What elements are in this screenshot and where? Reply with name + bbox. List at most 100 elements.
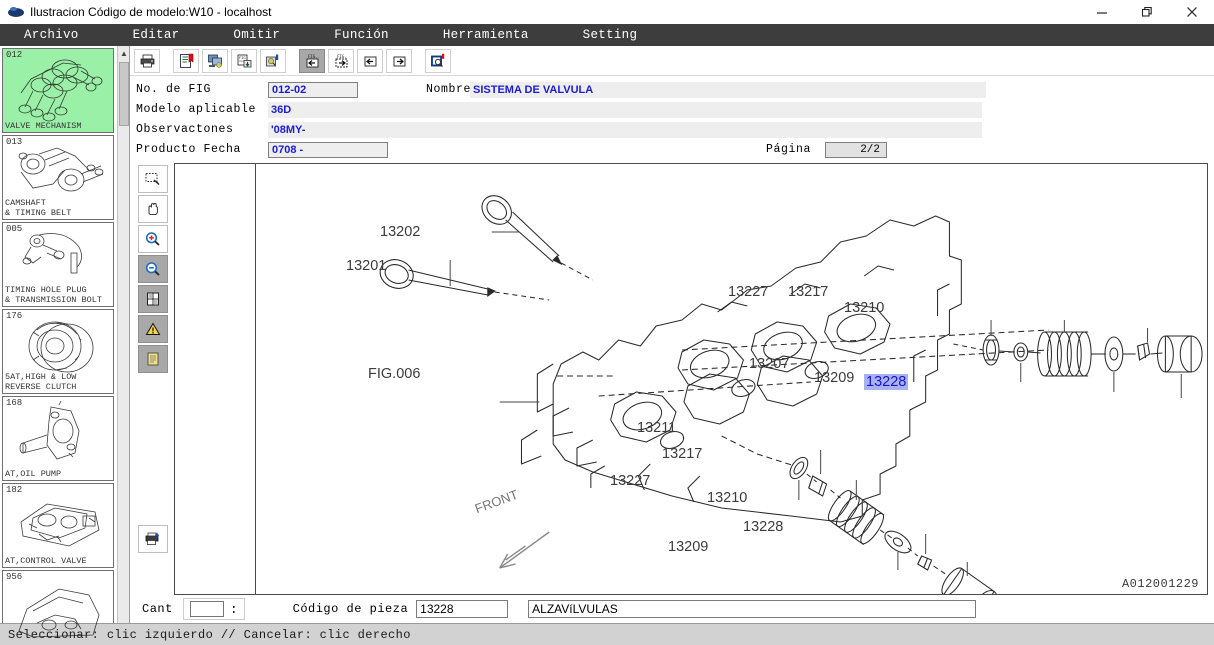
menu-editar[interactable]: Editar	[123, 28, 190, 42]
thumbnail-label: VALVE MECHANISM	[5, 122, 82, 132]
thumbnail-item-012[interactable]: 012 VALVE MECHANISM	[2, 48, 114, 133]
menu-omitir[interactable]: Omitir	[223, 28, 290, 42]
nombre-pieza-input[interactable]: ALZAVíLVULAS	[528, 600, 976, 618]
thumbnail-label: TIMING HOLE PLUG & TRANSMISSION BOLT	[5, 286, 102, 305]
print-page-icon[interactable]	[138, 525, 168, 553]
menu-setting[interactable]: Setting	[573, 28, 648, 42]
part-label-13227-low[interactable]: 13227	[610, 473, 650, 489]
menu-funcion[interactable]: Función	[324, 28, 399, 42]
clipboard-icon[interactable]	[138, 345, 168, 373]
observaciones-label: Observactones	[136, 123, 268, 136]
producto-fecha-value[interactable]: 0708 -	[268, 142, 388, 158]
thumbnail-item-013[interactable]: 013 CAMSHAFT & TIMING BELT	[2, 135, 114, 220]
zoom-search-icon[interactable]	[425, 49, 451, 73]
search-fig-icon[interactable]	[260, 49, 286, 73]
part-label-13210-low[interactable]: 13210	[707, 490, 747, 506]
part-label-13211[interactable]: 13211	[637, 420, 676, 436]
print-icon[interactable]	[134, 49, 160, 73]
thumbnail-number: 013	[6, 137, 22, 147]
producto-fecha-label: Producto Fecha	[136, 143, 268, 156]
codigo-pieza-input[interactable]: 13228	[416, 600, 508, 618]
thumbnail-list: 012 VALVE MECHANISM	[0, 46, 118, 645]
warning-icon[interactable]	[138, 315, 168, 343]
part-label-13228-selected[interactable]: 13228	[864, 374, 908, 390]
pagina-value: 2/2	[825, 142, 887, 158]
part-label-13207[interactable]: 13207	[749, 356, 789, 372]
main-toolbar: FIG FIG.	[130, 46, 1214, 76]
thumbnail-panel: 012 VALVE MECHANISM	[0, 46, 130, 645]
part-label-13202[interactable]: 13202	[380, 224, 420, 240]
vehicle-body-thumb-icon	[3, 571, 114, 645]
pan-hand-icon[interactable]	[138, 195, 168, 223]
part-label-13209-low[interactable]: 13209	[668, 539, 708, 555]
codigo-pieza-label: Código de pieza	[293, 602, 409, 616]
thumbnail-label: 5AT,HIGH & LOW REVERSE CLUTCH	[5, 373, 76, 392]
pagina-label: Página	[766, 143, 811, 156]
part-label-fig006[interactable]: FIG.006	[368, 366, 420, 382]
fit-page-icon[interactable]	[138, 285, 168, 313]
fig-back-icon[interactable]: FIG.	[299, 49, 325, 73]
viewer-area: 13202 13201 FIG.006 13227 13217 13210 13…	[136, 163, 1208, 595]
viewer-toolbar	[136, 163, 174, 595]
part-label-13217-low[interactable]: 13217	[662, 446, 702, 462]
menu-herramienta[interactable]: Herramienta	[433, 28, 539, 42]
field-row-observaciones: Observactones '08MY-	[136, 120, 1214, 139]
parts-list-icon[interactable]	[202, 49, 228, 73]
thumbnail-number: 956	[6, 572, 22, 582]
zoom-in-icon[interactable]	[138, 225, 168, 253]
marquee-zoom-icon[interactable]	[138, 165, 168, 193]
fig-forward-icon[interactable]: FIG.	[328, 49, 354, 73]
document-edit-icon[interactable]	[173, 49, 199, 73]
restore-icon[interactable]	[1124, 0, 1169, 24]
window-controls	[1079, 0, 1214, 24]
field-row-producto: Producto Fecha 0708 - Página 2/2	[136, 140, 1214, 159]
bottom-bar: Cant : Código de pieza 13228 ALZAVíLVULA…	[130, 595, 1214, 623]
thumbnail-item-176[interactable]: 176 5AT,HIGH & LOW REVERSE CLUTCH	[2, 309, 114, 394]
thumbnail-label: AT,CONTROL VALVE	[5, 557, 87, 567]
zoom-out-icon[interactable]	[138, 255, 168, 283]
nav-back-icon[interactable]	[357, 49, 383, 73]
observaciones-value[interactable]: '08MY-	[268, 122, 982, 138]
fig-no-value[interactable]: 012-02	[268, 82, 358, 98]
main-region: FIG FIG.	[130, 46, 1214, 645]
window-title: Ilustracion Código de modelo:W10 - local…	[30, 5, 271, 19]
thumbnail-item-956[interactable]: 956	[2, 570, 114, 645]
fig-save-icon[interactable]: FIG	[231, 49, 257, 73]
thumbnail-item-182[interactable]: 182 AT,CONTROL VALVE	[2, 483, 114, 568]
diagram-canvas[interactable]: 13202 13201 FIG.006 13227 13217 13210 13…	[174, 163, 1208, 595]
scroll-up-icon[interactable]: ▲	[118, 46, 130, 60]
part-label-13217-top[interactable]: 13217	[788, 284, 828, 300]
thumbnail-item-168[interactable]: 168 AT,OIL PUMP	[2, 396, 114, 481]
menu-archivo[interactable]: Archivo	[14, 28, 89, 42]
svg-text:FIG.: FIG.	[308, 54, 318, 59]
drawing-number: A012001229	[1122, 577, 1199, 591]
cant-label: Cant	[142, 602, 173, 616]
svg-text:FIG: FIG	[239, 56, 246, 60]
thumbnail-number: 005	[6, 224, 22, 234]
thumbnail-scrollbar[interactable]: ▲ ▼	[117, 46, 129, 645]
app-disc-icon	[8, 4, 24, 20]
close-icon[interactable]	[1169, 0, 1214, 24]
thumbnail-item-005[interactable]: 005 TIMING HOLE PLUG & TRANSMISSION BOLT	[2, 222, 114, 307]
field-row-modelo: Modelo aplicable 36D	[136, 100, 1214, 119]
status-bar: Seleccionar: clic izquierdo // Cancelar:…	[0, 623, 1214, 645]
diagram-canvas-inner[interactable]: 13202 13201 FIG.006 13227 13217 13210 13…	[255, 164, 1207, 594]
scrollbar-thumb[interactable]	[119, 62, 129, 126]
thumbnail-number: 168	[6, 398, 22, 408]
minimize-icon[interactable]	[1079, 0, 1124, 24]
svg-text:FIG.: FIG.	[337, 54, 347, 59]
part-label-13209-top[interactable]: 13209	[814, 370, 854, 386]
cant-group: :	[183, 598, 245, 620]
thumbnail-number: 182	[6, 485, 22, 495]
part-label-13210-top[interactable]: 13210	[844, 300, 884, 316]
cant-input[interactable]	[190, 601, 224, 617]
part-label-13227-top[interactable]: 13227	[728, 284, 768, 300]
nav-forward-icon[interactable]	[386, 49, 412, 73]
part-label-13228-low[interactable]: 13228	[743, 519, 783, 535]
part-label-13201[interactable]: 13201	[346, 258, 386, 274]
nombre-label: Nombre	[358, 83, 470, 96]
nombre-value[interactable]: SISTEMA DE VALVULA	[470, 82, 986, 98]
thumbnail-number: 176	[6, 311, 22, 321]
modelo-value[interactable]: 36D	[268, 102, 982, 118]
thumbnail-label: AT,OIL PUMP	[5, 470, 61, 480]
